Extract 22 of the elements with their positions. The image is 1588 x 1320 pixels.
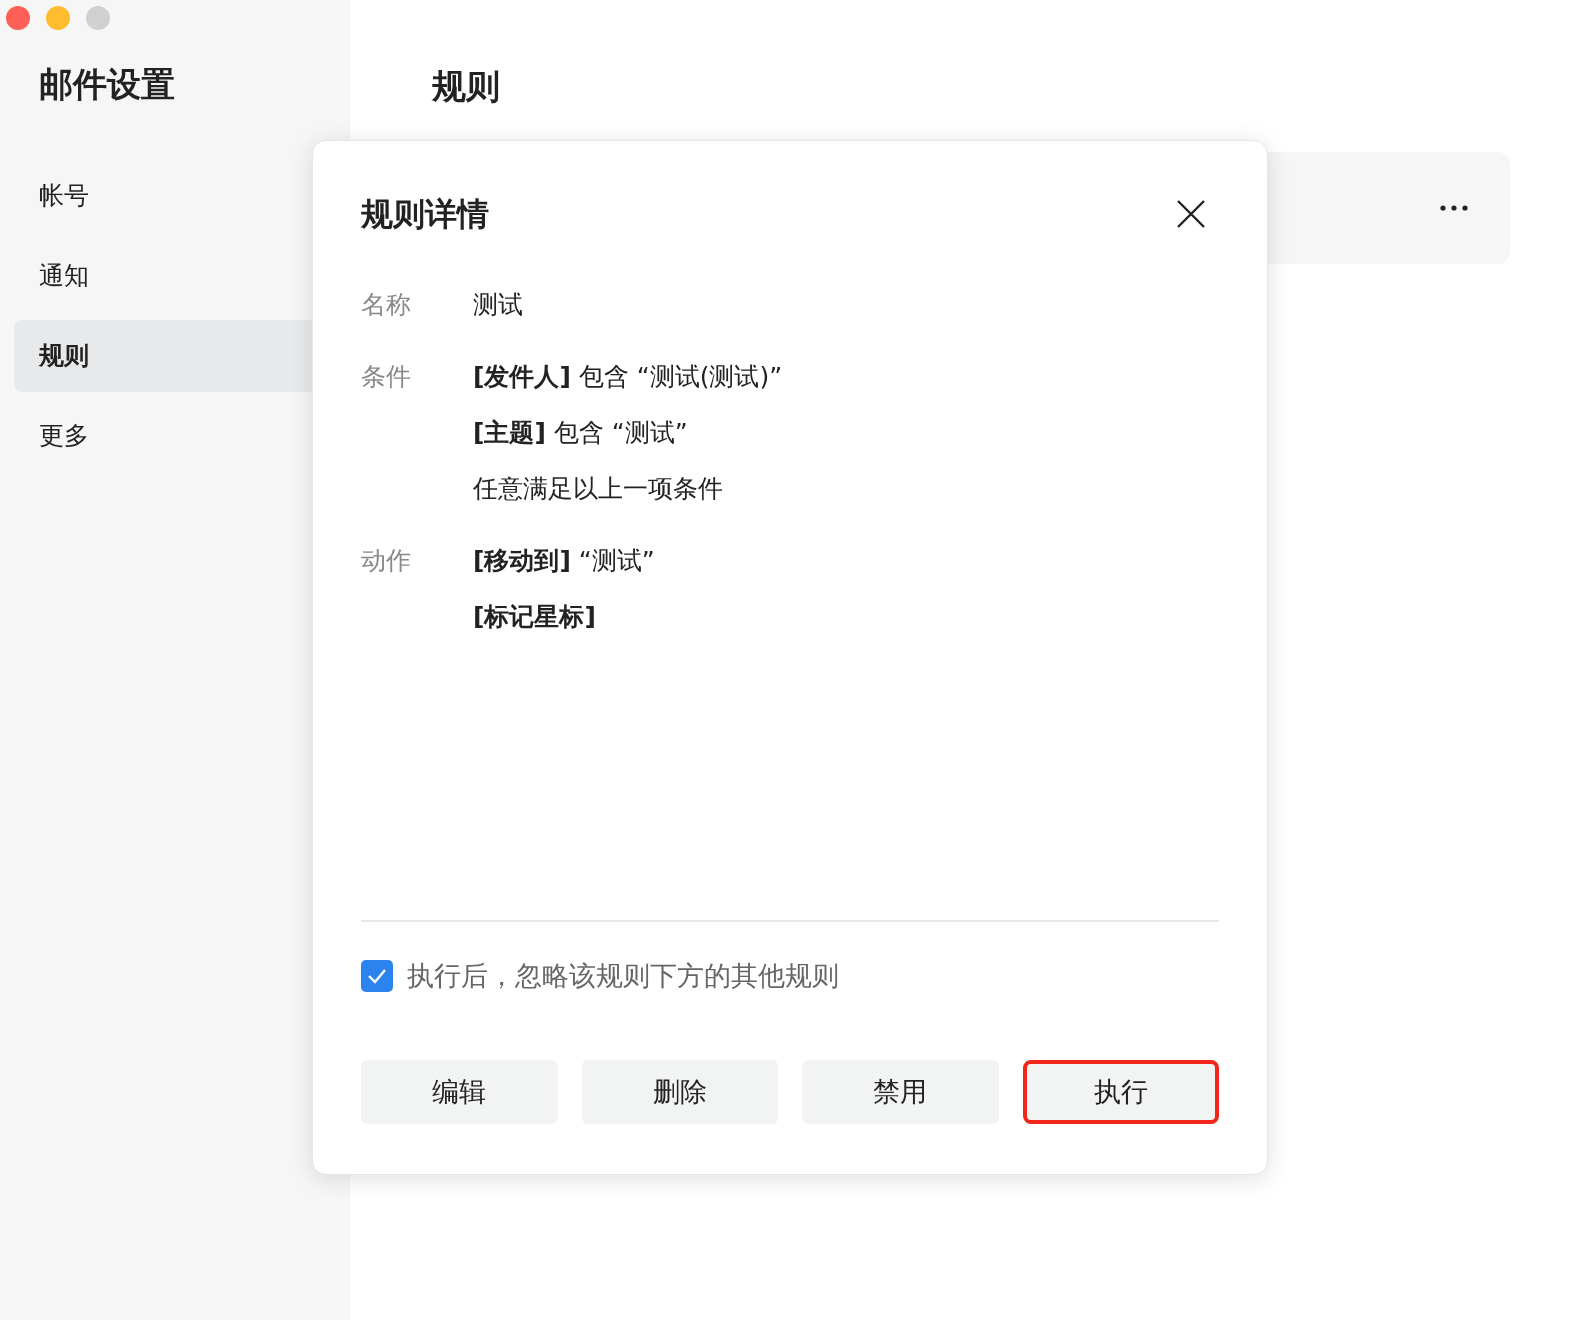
checkbox-label: 执行后，忽略该规则下方的其他规则 [407,958,839,993]
more-icon[interactable] [1440,205,1468,211]
check-icon [367,967,387,984]
close-icon[interactable] [1177,200,1205,228]
field-value: 测试 [473,289,523,321]
field-label: 条件 [361,361,412,393]
action-button[interactable]: 编辑 [361,1060,558,1124]
sidebar-title: 邮件设置 [38,63,176,106]
action-button[interactable]: 执行 [1022,1060,1219,1124]
action-button[interactable]: 禁用 [802,1060,999,1124]
dialog-title: 规则详情 [361,194,489,235]
field-label: 名称 [361,289,412,321]
field-label: 动作 [361,545,412,577]
field-value: 任意满足以上一项条件 [473,473,724,505]
page-title: 规则 [432,65,501,108]
checkbox[interactable] [361,959,393,992]
field-value: [主题] 包含 “测试” [473,417,689,449]
window-control-button[interactable] [6,6,30,30]
action-button[interactable]: 删除 [581,1060,778,1124]
field-value: [发件人] 包含 “测试(测试)” [473,361,783,393]
field-value: [标记星标] [473,601,597,633]
field-value: [移动到] “测试” [473,545,655,577]
